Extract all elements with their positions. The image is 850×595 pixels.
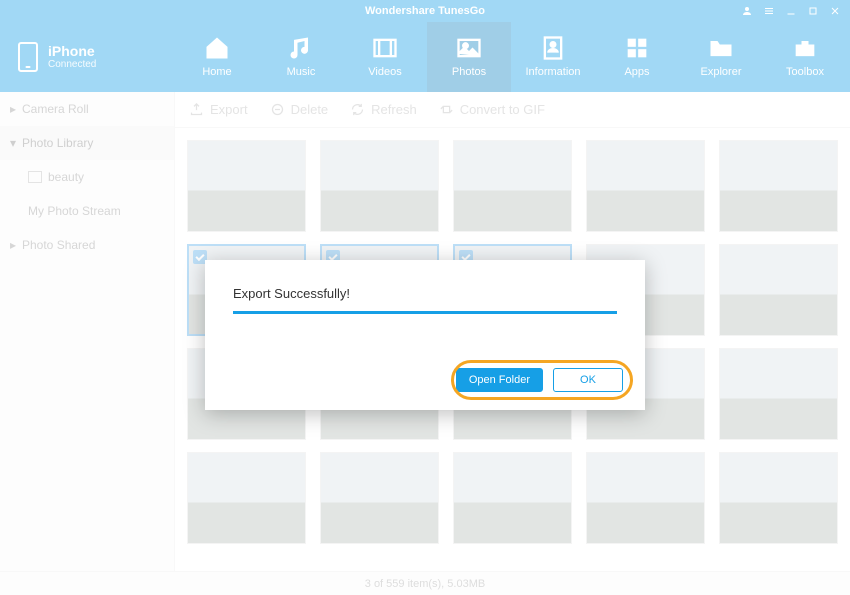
dialog-buttons: Open Folder OK — [456, 368, 623, 392]
button-label: OK — [580, 374, 596, 386]
dialog-message: Export Successfully! — [233, 286, 617, 301]
export-success-dialog: Export Successfully! Open Folder OK — [205, 260, 645, 410]
ok-button[interactable]: OK — [553, 368, 623, 392]
button-label: Open Folder — [469, 374, 530, 386]
open-folder-button[interactable]: Open Folder — [456, 368, 543, 392]
progress-bar — [233, 311, 617, 314]
